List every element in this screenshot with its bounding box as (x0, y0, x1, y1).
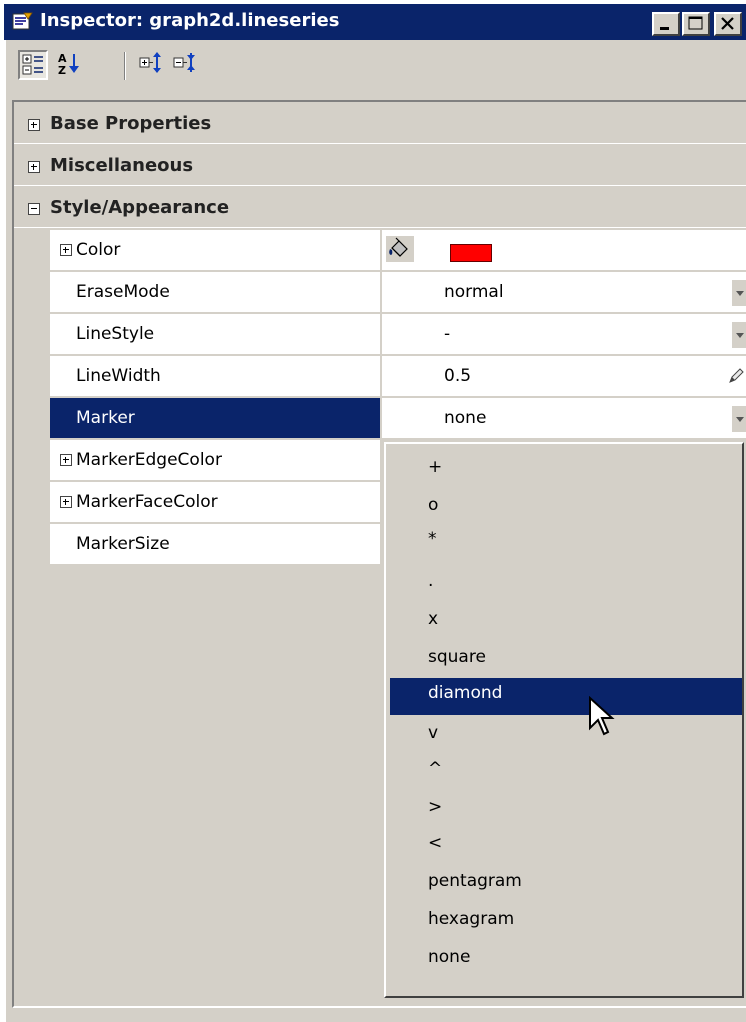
category-style-appearance[interactable]: Style/Appearance (14, 188, 746, 228)
property-row-color[interactable]: Color (50, 230, 746, 272)
option-label: o (428, 495, 439, 515)
marker-option[interactable]: * (390, 524, 742, 561)
categorized-view-icon (22, 54, 43, 75)
property-value: 0.5 (444, 366, 472, 386)
sort-alphabetical-button[interactable]: A Z (56, 50, 86, 80)
category-label: Base Properties (50, 113, 212, 134)
marker-option[interactable]: < (390, 828, 742, 865)
mouse-cursor-icon (589, 696, 615, 736)
sort-alphabetical-icon: A Z (58, 52, 79, 77)
property-name-cell[interactable]: MarkerFaceColor (50, 482, 380, 523)
category-label: Miscellaneous (50, 155, 194, 176)
marker-option[interactable]: square (390, 642, 742, 679)
property-name: MarkerEdgeColor (76, 450, 222, 470)
collapse-icon[interactable] (28, 203, 40, 215)
property-name-cell[interactable]: MarkerEdgeColor (50, 440, 380, 481)
property-name-cell[interactable]: LineWidth (50, 356, 380, 397)
property-name: EraseMode (76, 282, 170, 302)
marker-option-highlighted[interactable]: diamond (390, 678, 742, 715)
option-label: x (428, 609, 439, 629)
property-name-cell[interactable]: EraseMode (50, 272, 380, 313)
property-name: LineWidth (76, 366, 161, 386)
property-row-linestyle[interactable]: LineStyle - (50, 314, 746, 356)
expand-all-button[interactable] (138, 50, 168, 80)
property-row-linewidth[interactable]: LineWidth 0.5 (50, 356, 746, 398)
collapse-all-icon (173, 53, 195, 72)
category-base-properties[interactable]: Base Properties (14, 104, 746, 144)
marker-option[interactable]: none (390, 942, 742, 979)
option-label: none (428, 947, 471, 967)
close-icon (721, 17, 734, 30)
collapse-all-button[interactable] (172, 50, 202, 80)
marker-option[interactable]: > (390, 792, 742, 829)
marker-option[interactable]: pentagram (390, 866, 742, 903)
close-button[interactable] (714, 12, 742, 36)
property-name-cell[interactable]: Marker (50, 398, 380, 439)
marker-option[interactable]: . (390, 566, 742, 603)
marker-dropdown-list[interactable]: + o * . x square diamond v ^ > < pentagr… (384, 442, 744, 998)
property-value: - (444, 324, 451, 344)
property-value-cell[interactable]: 0.5 (382, 356, 746, 397)
property-row-erasemode[interactable]: EraseMode normal (50, 272, 746, 314)
property-row-marker[interactable]: Marker none (50, 398, 746, 440)
option-label: hexagram (428, 909, 515, 929)
property-name: Color (76, 240, 121, 260)
paint-bucket-icon[interactable] (386, 236, 414, 262)
property-value-cell[interactable]: normal (382, 272, 746, 313)
property-value-cell[interactable]: - (382, 314, 746, 355)
expand-icon[interactable] (28, 161, 40, 173)
minimize-button[interactable] (652, 12, 680, 36)
marker-option[interactable]: ^ (390, 754, 742, 791)
property-name-cell[interactable]: MarkerSize (50, 524, 380, 565)
title-bar[interactable]: Inspector: graph2d.lineseries (4, 4, 746, 40)
option-label: < (428, 833, 443, 853)
option-label: > (428, 797, 443, 817)
dropdown-arrow-icon[interactable] (732, 280, 746, 306)
property-name: MarkerSize (76, 534, 170, 554)
property-value-cell[interactable] (382, 230, 746, 271)
expand-icon[interactable] (60, 496, 72, 508)
toolbar-separator (124, 52, 126, 80)
maximize-button[interactable] (682, 12, 710, 36)
svg-text:Z: Z (58, 64, 66, 76)
marker-option[interactable]: hexagram (390, 904, 742, 941)
option-label: . (428, 571, 434, 591)
property-value: normal (444, 282, 504, 302)
category-label: Style/Appearance (50, 197, 230, 218)
color-swatch[interactable] (450, 244, 492, 262)
marker-option[interactable]: x (390, 604, 742, 641)
inspector-app-icon (12, 12, 33, 30)
expand-icon[interactable] (60, 454, 72, 466)
category-miscellaneous[interactable]: Miscellaneous (14, 146, 746, 186)
dropdown-arrow-icon[interactable] (732, 406, 746, 432)
pencil-icon[interactable] (728, 368, 744, 384)
dropdown-arrow-icon[interactable] (732, 322, 746, 348)
expand-icon[interactable] (28, 119, 40, 131)
option-label: ^ (428, 759, 443, 779)
categorized-view-button[interactable] (18, 50, 48, 80)
option-label: + (428, 457, 443, 477)
marker-option[interactable]: v (390, 718, 742, 755)
option-label: diamond (428, 683, 503, 703)
property-name: MarkerFaceColor (76, 492, 218, 512)
marker-option[interactable]: + (390, 452, 742, 489)
window-title: Inspector: graph2d.lineseries (40, 10, 340, 31)
minimize-icon (660, 27, 669, 30)
property-name-cell[interactable]: Color (50, 230, 380, 271)
toolbar: A Z (4, 44, 746, 96)
property-name-cell[interactable]: LineStyle (50, 314, 380, 355)
marker-option[interactable]: o (390, 490, 742, 527)
property-name: LineStyle (76, 324, 155, 344)
property-name: Marker (76, 408, 135, 428)
option-label: v (428, 723, 439, 743)
property-value: none (444, 408, 487, 428)
maximize-icon (688, 16, 703, 30)
option-label: pentagram (428, 871, 522, 891)
expand-icon[interactable] (60, 244, 72, 256)
option-label: square (428, 647, 486, 667)
expand-all-icon (139, 52, 161, 73)
property-value-cell[interactable]: none (382, 398, 746, 439)
option-label: * (428, 529, 437, 549)
